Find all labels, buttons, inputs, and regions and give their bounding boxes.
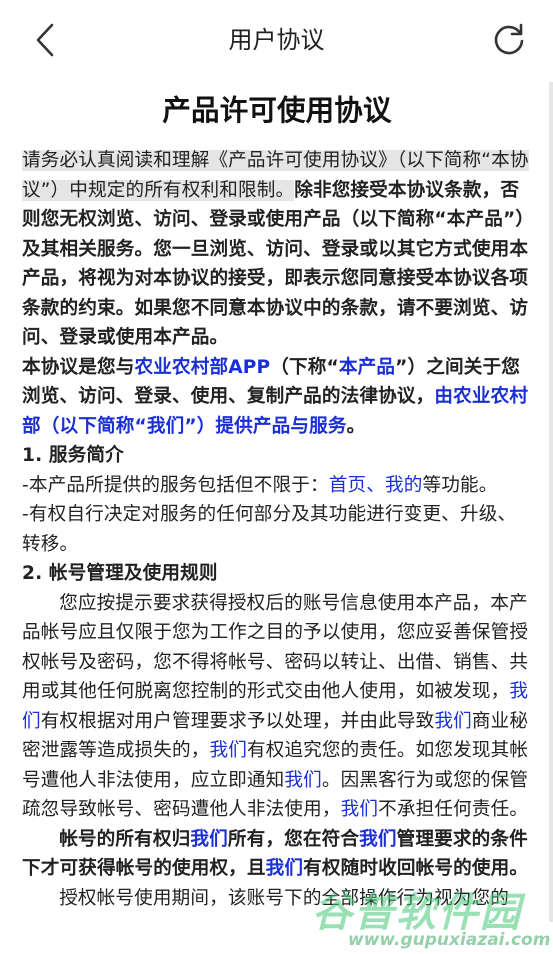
agreement-parties-paragraph: 本协议是您与农业农村部APP（下称“本产品”）之间关于您浏览、访问、登录、使用、… <box>22 353 532 442</box>
product-link[interactable]: 本产品 <box>339 357 395 378</box>
features-link[interactable]: 首页、我的 <box>329 475 423 496</box>
navigation-bar: 用户协议 <box>0 0 553 80</box>
text: 有权根据对用户管理要求予以处理，并由此导致 <box>40 710 435 732</box>
refresh-button[interactable] <box>491 20 527 58</box>
we-link[interactable]: 我们 <box>190 829 228 850</box>
app-link[interactable]: 农业农村部APP <box>134 357 270 378</box>
page-title: 用户协议 <box>228 26 325 54</box>
we-link[interactable]: 我们 <box>434 711 472 732</box>
section-heading: 1. 服务简介 <box>22 445 124 466</box>
service-item: -有权自行决定对服务的任何部分及其功能进行变更、升级、转移。 <box>22 504 517 555</box>
highlighted-text: 请务必认真阅读和理解《产品许可使用协议》（以下简称 <box>22 150 482 171</box>
we-link[interactable]: 我们 <box>266 858 304 879</box>
text: 有权随时收回帐号 <box>303 858 454 879</box>
document-title: 产品许可使用协议 <box>162 94 392 127</box>
text: 等功能。 <box>422 474 498 496</box>
text: 。 <box>346 415 366 437</box>
text: 您应按提示要求获得授权后的账号信息使用本产品，本产品帐号应且仅限于您为工作之目的… <box>22 592 529 703</box>
text: （下称“ <box>270 356 339 378</box>
watermark-url: www.gupuxiazai.com <box>348 930 551 950</box>
text: 本协议是您与 <box>22 356 135 378</box>
text: -本产品所提供的服务包括但不限于： <box>22 474 329 496</box>
account-rules-paragraph: 您应按提示要求获得授权后的账号信息使用本产品，本产品帐号应且仅限于您为工作之目的… <box>22 589 532 825</box>
refresh-icon <box>494 23 524 55</box>
account-usage-paragraph: 授权帐号使用期间，该账号下的全部操作行为视为您的 <box>59 887 510 909</box>
text: 的使用。 <box>453 858 529 879</box>
we-link[interactable]: 我们 <box>209 740 247 761</box>
text: 所有，您在符合 <box>227 828 360 850</box>
account-ownership-paragraph: 帐号的所有权归我们所有，您在符合我们管理要求的条件下才可获得帐号的使用权，且我们… <box>22 825 532 884</box>
section-heading: 2. 帐号管理及使用规则 <box>22 563 218 584</box>
text: 帐号的所有权归 <box>59 828 191 850</box>
we-link[interactable]: 我们 <box>284 770 322 791</box>
scrollbar[interactable] <box>549 82 553 922</box>
we-link[interactable]: 我们 <box>359 829 397 850</box>
we-link[interactable]: 我们 <box>341 799 379 820</box>
text: 不承担任何责任。 <box>378 799 529 820</box>
bold-text: 除非您接受本协议条款，否则您无权浏览、访问、登录或使用产品（以下简称“本产品”）… <box>22 179 529 349</box>
service-item: -本产品所提供的服务包括但不限于：首页、我的等功能。 <box>22 471 532 501</box>
intro-paragraph: 请务必认真阅读和理解《产品许可使用协议》（以下简称“本协议”）中规定的所有权利和… <box>22 146 532 353</box>
agreement-content: 产品许可使用协议 请务必认真阅读和理解《产品许可使用协议》（以下简称“本协议”）… <box>22 86 532 913</box>
